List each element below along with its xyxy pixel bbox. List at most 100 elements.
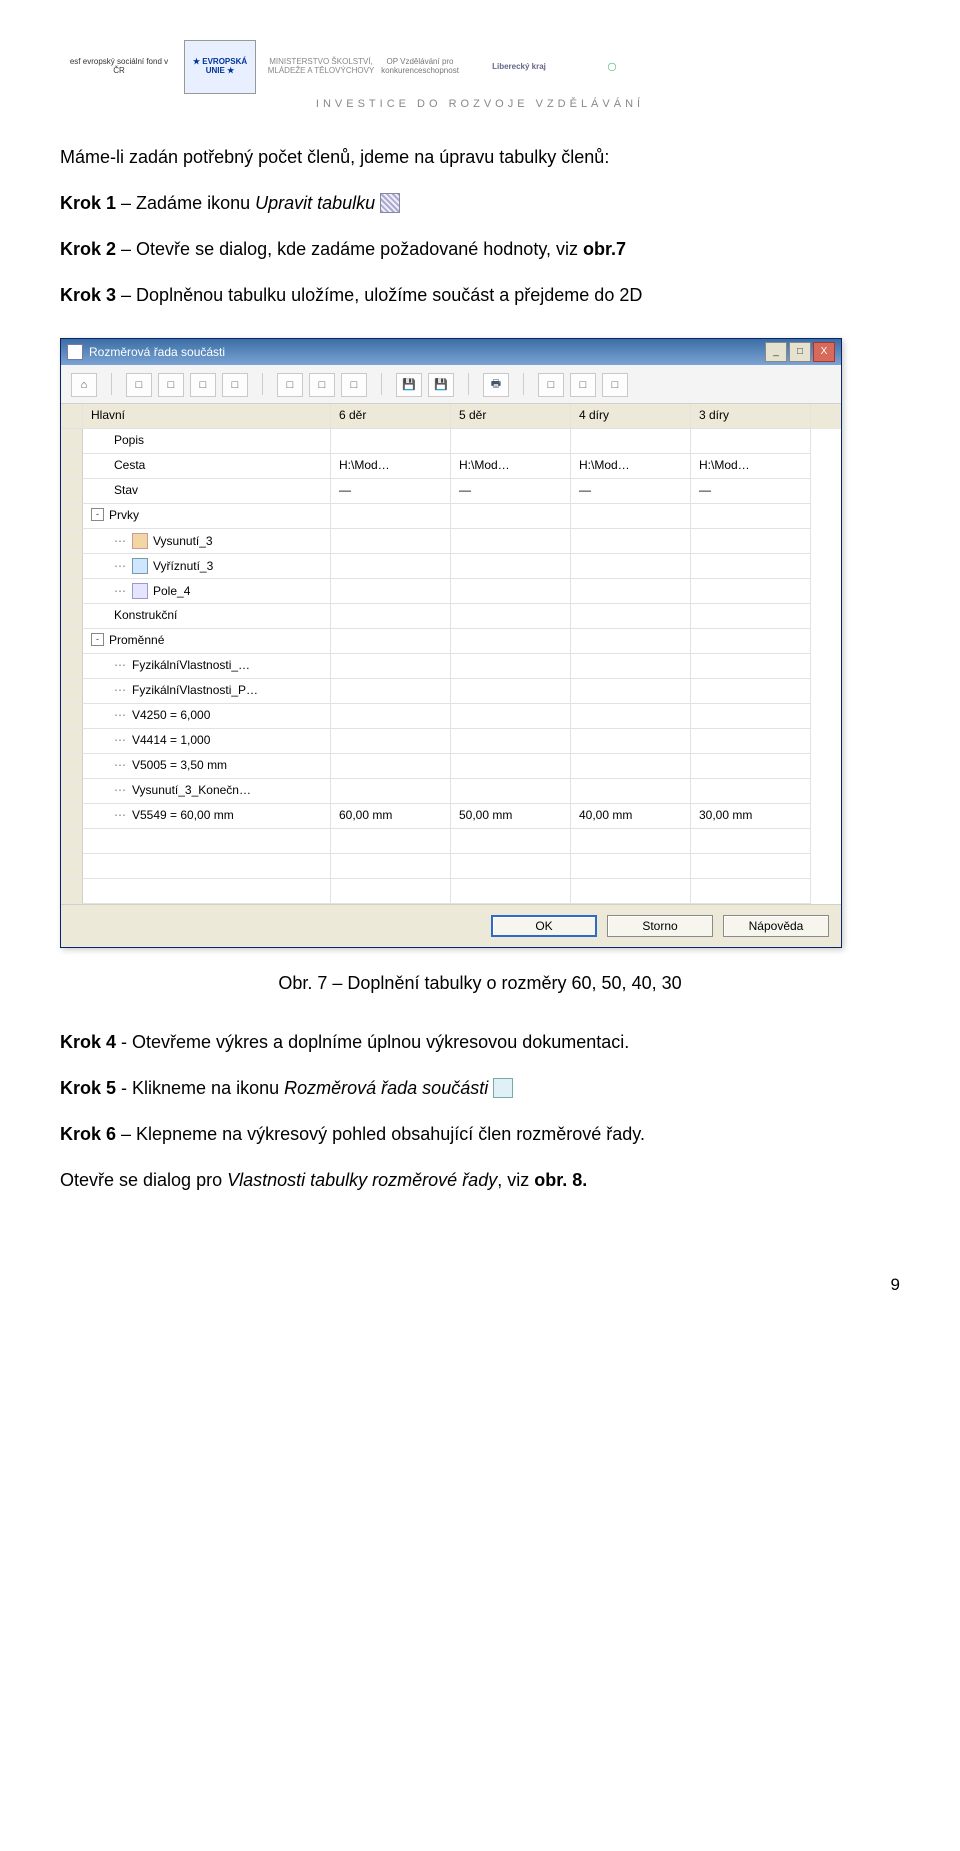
toolbar-print-icon[interactable]: 🖶: [483, 373, 509, 397]
grid-cell[interactable]: [451, 729, 571, 754]
toolbar-button-2[interactable]: □: [158, 373, 184, 397]
grid-cell[interactable]: [691, 604, 811, 629]
grid-cell[interactable]: [451, 504, 571, 529]
grid-cell[interactable]: [331, 579, 451, 604]
grid-header-col-4[interactable]: 4 díry: [571, 404, 691, 429]
grid-row[interactable]: ⋯V4414 = 1,000: [61, 729, 841, 754]
toolbar-button-1[interactable]: □: [126, 373, 152, 397]
tree-cell[interactable]: ⋯Pole_4: [83, 579, 331, 604]
tree-cell[interactable]: ⋯FyzikálníVlastnosti_P…: [83, 679, 331, 704]
grid-cell[interactable]: [331, 554, 451, 579]
grid-cell[interactable]: [331, 604, 451, 629]
tree-cell[interactable]: Stav: [83, 479, 331, 504]
tree-cell[interactable]: [83, 854, 331, 879]
row-handle[interactable]: [61, 854, 83, 879]
grid-cell[interactable]: [451, 429, 571, 454]
grid-cell[interactable]: [571, 779, 691, 804]
tree-cell[interactable]: ⋯Vysunutí_3_Konečn…: [83, 779, 331, 804]
tree-toggle-icon[interactable]: -: [91, 633, 104, 646]
grid-cell[interactable]: [571, 629, 691, 654]
row-handle[interactable]: [61, 429, 83, 454]
grid-row[interactable]: ⋯Vysunutí_3_Konečn…: [61, 779, 841, 804]
grid-cell[interactable]: [571, 704, 691, 729]
tree-cell[interactable]: ⋯V5549 = 60,00 mm: [83, 804, 331, 829]
tree-cell[interactable]: ⋯V4250 = 6,000: [83, 704, 331, 729]
grid-row[interactable]: ⋯Vyříznutí_3: [61, 554, 841, 579]
close-button[interactable]: X: [813, 342, 835, 362]
grid-cell[interactable]: [451, 829, 571, 854]
grid-cell[interactable]: [691, 854, 811, 879]
row-handle[interactable]: [61, 604, 83, 629]
grid-cell[interactable]: H:\Mod…: [691, 454, 811, 479]
grid-cell[interactable]: [331, 829, 451, 854]
tree-cell[interactable]: Konstrukční: [83, 604, 331, 629]
grid-row[interactable]: ⋯Pole_4: [61, 579, 841, 604]
grid-row[interactable]: [61, 879, 841, 904]
grid-row[interactable]: ⋯FyzikálníVlastnosti_…: [61, 654, 841, 679]
grid-cell[interactable]: [331, 879, 451, 904]
grid-cell[interactable]: H:\Mod…: [571, 454, 691, 479]
row-handle[interactable]: [61, 754, 83, 779]
grid-cell[interactable]: [571, 729, 691, 754]
grid-row[interactable]: ⋯V5005 = 3,50 mm: [61, 754, 841, 779]
grid-row[interactable]: [61, 854, 841, 879]
grid-cell[interactable]: [691, 729, 811, 754]
row-handle[interactable]: [61, 704, 83, 729]
grid-cell[interactable]: [451, 879, 571, 904]
tree-cell[interactable]: ⋯FyzikálníVlastnosti_…: [83, 654, 331, 679]
row-handle[interactable]: [61, 654, 83, 679]
row-handle[interactable]: [61, 554, 83, 579]
grid-cell[interactable]: [691, 779, 811, 804]
grid-header-col-2[interactable]: 6 děr: [331, 404, 451, 429]
grid-cell[interactable]: [451, 779, 571, 804]
grid-cell[interactable]: [451, 679, 571, 704]
row-handle[interactable]: [61, 879, 83, 904]
row-handle[interactable]: [61, 529, 83, 554]
grid-cell[interactable]: H:\Mod…: [331, 454, 451, 479]
grid-cell[interactable]: [451, 579, 571, 604]
toolbar-button-4[interactable]: □: [222, 373, 248, 397]
row-handle[interactable]: [61, 804, 83, 829]
ok-button[interactable]: OK: [491, 915, 597, 937]
grid-cell[interactable]: [331, 754, 451, 779]
grid-cell[interactable]: [571, 429, 691, 454]
grid-header-col-5[interactable]: 3 díry: [691, 404, 811, 429]
grid-cell[interactable]: [571, 529, 691, 554]
grid-cell[interactable]: [691, 554, 811, 579]
grid-cell[interactable]: [691, 629, 811, 654]
toolbar-saveas-icon[interactable]: 💾: [428, 373, 454, 397]
tree-cell[interactable]: ⋯Vysunutí_3: [83, 529, 331, 554]
grid-cell[interactable]: [571, 854, 691, 879]
toolbar-button-6[interactable]: □: [309, 373, 335, 397]
tree-cell[interactable]: [83, 829, 331, 854]
grid-row[interactable]: ⋯V4250 = 6,000: [61, 704, 841, 729]
tree-cell[interactable]: -Prvky: [83, 504, 331, 529]
grid-cell[interactable]: [571, 829, 691, 854]
toolbar-home-icon[interactable]: ⌂: [71, 373, 97, 397]
tree-cell[interactable]: ⋯Vyříznutí_3: [83, 554, 331, 579]
grid-cell[interactable]: —: [691, 479, 811, 504]
grid-row[interactable]: Popis: [61, 429, 841, 454]
grid-cell[interactable]: [331, 729, 451, 754]
grid-cell[interactable]: [571, 504, 691, 529]
grid-cell[interactable]: [691, 654, 811, 679]
grid-cell[interactable]: [331, 679, 451, 704]
grid-cell[interactable]: [451, 654, 571, 679]
grid-cell[interactable]: [331, 504, 451, 529]
grid-cell[interactable]: [691, 754, 811, 779]
row-handle[interactable]: [61, 579, 83, 604]
grid-row[interactable]: ⋯FyzikálníVlastnosti_P…: [61, 679, 841, 704]
row-handle[interactable]: [61, 504, 83, 529]
grid-cell[interactable]: [451, 554, 571, 579]
grid-header-col-3[interactable]: 5 děr: [451, 404, 571, 429]
grid-cell[interactable]: [571, 754, 691, 779]
grid-cell[interactable]: [451, 704, 571, 729]
grid-cell[interactable]: [451, 854, 571, 879]
grid-cell[interactable]: [451, 529, 571, 554]
grid-row[interactable]: ⋯Vysunutí_3: [61, 529, 841, 554]
grid-cell[interactable]: [691, 879, 811, 904]
grid-row[interactable]: -Prvky: [61, 504, 841, 529]
grid-row[interactable]: Konstrukční: [61, 604, 841, 629]
row-handle[interactable]: [61, 729, 83, 754]
minimize-button[interactable]: _: [765, 342, 787, 362]
